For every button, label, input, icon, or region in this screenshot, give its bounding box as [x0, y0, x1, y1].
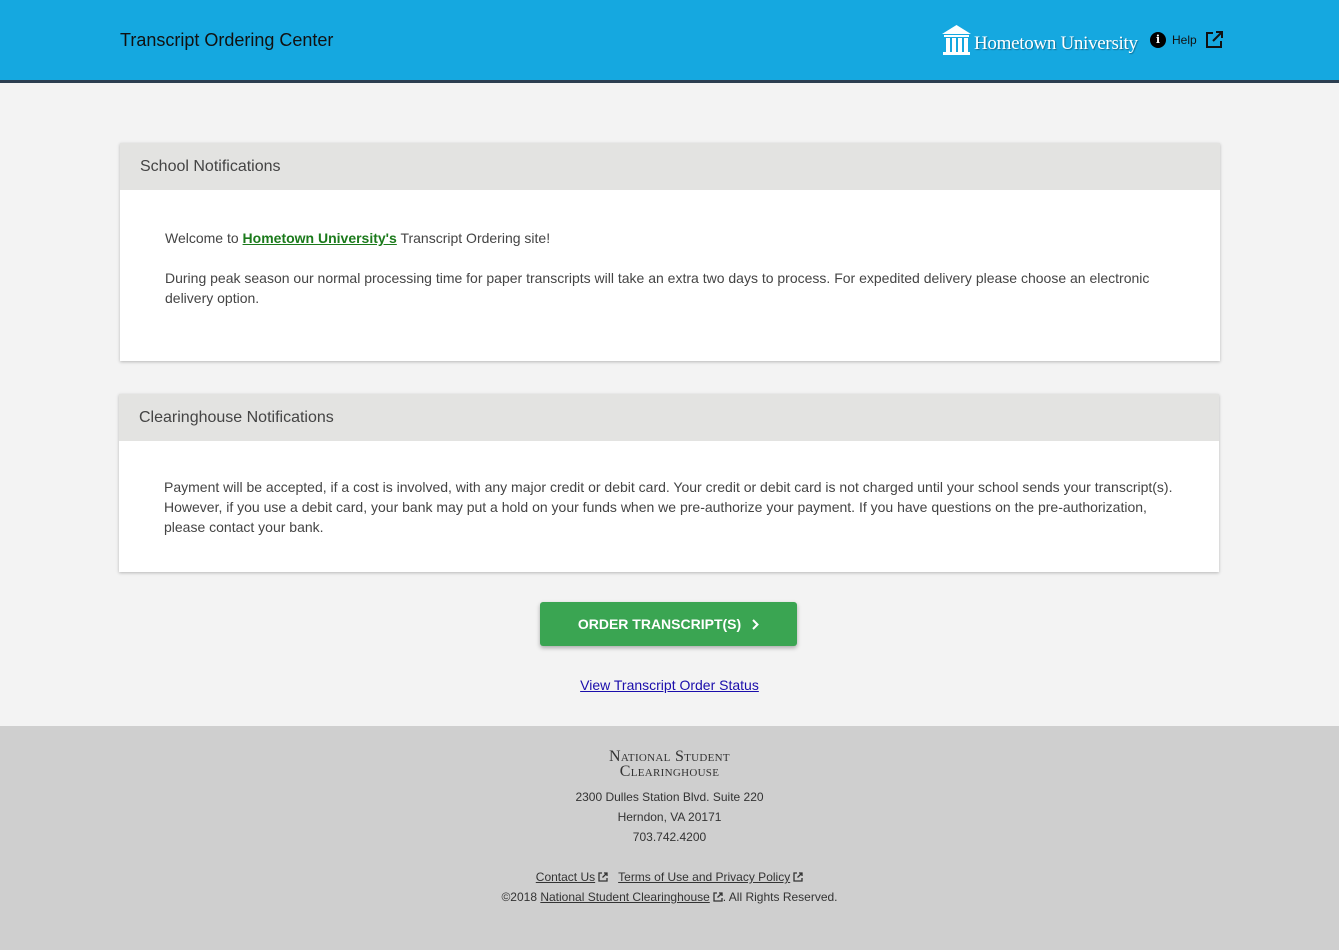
welcome-prefix: Welcome to [165, 230, 243, 246]
clearinghouse-notifications-title: Clearinghouse Notifications [119, 394, 1219, 441]
external-link-icon [713, 892, 723, 902]
footer: National Student Clearinghouse 2300 Dull… [0, 726, 1339, 950]
logo-line-2: Clearinghouse [619, 763, 720, 780]
logo-line-1: National Student [609, 748, 730, 765]
clearinghouse-notifications-panel: Clearinghouse Notifications Payment will… [119, 394, 1219, 572]
terms-privacy-label: Terms of Use and Privacy Policy [618, 870, 791, 884]
help-link[interactable]: i Help [1150, 31, 1223, 49]
info-icon: i [1150, 32, 1166, 48]
school-notifications-panel: School Notifications Welcome to Hometown… [120, 143, 1220, 361]
order-button-label: ORDER TRANSCRIPT(S) [577, 616, 742, 632]
view-order-status-link[interactable]: View Transcript Order Status [0, 677, 1339, 693]
external-link-icon [793, 872, 803, 882]
header-bar: Transcript Ordering Center Hometown Univ… [0, 0, 1339, 83]
contact-us-link[interactable]: Contact Us [536, 870, 608, 884]
help-label: Help [1172, 33, 1197, 47]
chevron-right-icon [752, 618, 760, 630]
copyright-suffix: . All Rights Reserved. [722, 890, 838, 904]
clearinghouse-notifications-body: Payment will be accepted, if a cost is i… [119, 441, 1219, 537]
payment-notice-text: Payment will be accepted, if a cost is i… [164, 479, 1173, 535]
copyright-prefix: ©2018 [501, 890, 541, 904]
copyright: ©2018 National Student Clearinghouse . Al… [0, 890, 1339, 904]
school-notice-text: During peak season our normal processing… [165, 270, 1150, 306]
clearinghouse-logo: National Student Clearinghouse [0, 748, 1339, 780]
external-link-icon [1205, 31, 1223, 48]
page-title: Transcript Ordering Center [120, 30, 334, 50]
footer-links: Contact Us Terms of Use and Privacy Polic… [0, 870, 1339, 884]
welcome-suffix: Transcript Ordering site! [396, 230, 551, 246]
contact-us-label: Contact Us [535, 870, 596, 884]
university-name: Hometown University [974, 33, 1138, 54]
welcome-message: Welcome to Hometown University's Transcr… [165, 228, 1175, 248]
external-link-icon [598, 872, 608, 882]
university-link[interactable]: Hometown University's [243, 230, 397, 246]
order-transcripts-button[interactable]: ORDER TRANSCRIPT(S) [540, 602, 797, 646]
terms-privacy-link[interactable]: Terms of Use and Privacy Policy [618, 870, 803, 884]
clearinghouse-link[interactable]: National Student Clearinghouse [540, 890, 723, 904]
phone-number: 703.742.4200 [632, 830, 707, 844]
clearinghouse-link-label: National Student Clearinghouse [540, 890, 710, 904]
school-notifications-title: School Notifications [120, 143, 1220, 190]
university-logo: Hometown University [942, 23, 1138, 57]
address-line-2: Herndon, VA 20171 [617, 810, 722, 824]
school-notifications-body: Welcome to Hometown University's Transcr… [120, 190, 1220, 308]
address-line-1: 2300 Dulles Station Blvd. Suite 220 [575, 790, 764, 804]
building-icon [942, 25, 971, 55]
